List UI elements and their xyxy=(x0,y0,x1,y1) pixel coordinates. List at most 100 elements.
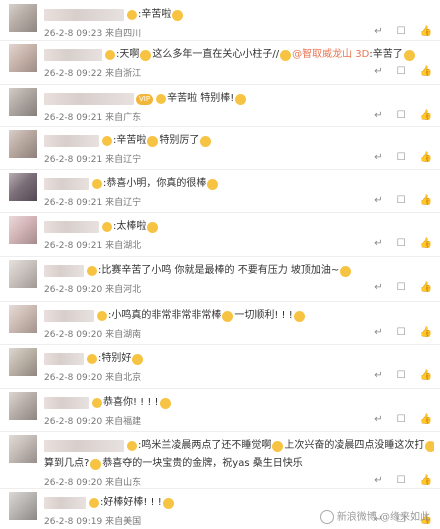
comment-actions: ↵ ☐ 👍 xyxy=(360,238,432,249)
crown-icon xyxy=(92,179,102,189)
share-icon[interactable]: ↵ xyxy=(374,26,382,37)
avatar[interactable] xyxy=(9,88,37,116)
share-icon[interactable]: ↵ xyxy=(374,110,382,121)
emoji-icon xyxy=(235,93,247,105)
like-icon[interactable]: 👍 xyxy=(420,282,432,293)
share-icon[interactable]: ↵ xyxy=(374,370,382,381)
share-icon[interactable]: ↵ xyxy=(374,152,382,163)
share-icon[interactable]: ↵ xyxy=(374,414,382,425)
timestamp: 26-2-8 09:21 xyxy=(44,155,106,165)
username[interactable] xyxy=(44,353,84,365)
share-icon[interactable]: ↵ xyxy=(374,475,382,486)
comment-icon[interactable]: ☐ xyxy=(397,327,406,338)
avatar[interactable] xyxy=(9,348,37,376)
emoji-icon xyxy=(272,440,284,452)
username[interactable] xyxy=(44,497,86,509)
divider xyxy=(0,256,440,257)
location: 来自辽宁 xyxy=(105,198,142,208)
divider xyxy=(0,212,440,213)
divider xyxy=(0,388,440,389)
like-icon[interactable]: 👍 xyxy=(420,475,432,486)
emoji-icon xyxy=(172,9,184,21)
username[interactable] xyxy=(44,440,124,452)
location: 来自山东 xyxy=(105,478,142,488)
comment-icon[interactable]: ☐ xyxy=(397,26,406,37)
comment-text-line: :鸣米兰凌晨两点了还不睡觉啊 上次兴奋的凌晨四点没睡这次打 xyxy=(44,438,434,454)
username[interactable] xyxy=(44,221,99,233)
comment-actions: ↵ ☐ 👍 xyxy=(360,282,432,293)
comment-text: :辛苦了 xyxy=(369,49,403,60)
comment-icon[interactable]: ☐ xyxy=(397,110,406,121)
like-icon[interactable]: 👍 xyxy=(420,152,432,163)
username[interactable] xyxy=(44,9,124,21)
comment-text: 辛苦啦 特别棒! xyxy=(167,93,235,104)
watermark-text: 新浪微博 @缘来如此 xyxy=(336,512,430,523)
emoji-icon xyxy=(280,49,292,61)
username[interactable] xyxy=(44,49,102,61)
emoji-icon xyxy=(90,458,102,470)
like-icon[interactable]: 👍 xyxy=(420,327,432,338)
location: 来自福建 xyxy=(105,417,142,427)
comment-icon[interactable]: ☐ xyxy=(397,66,406,77)
avatar[interactable] xyxy=(9,4,37,32)
comment-icon[interactable]: ☐ xyxy=(397,195,406,206)
avatar[interactable] xyxy=(9,435,37,463)
share-icon[interactable]: ↵ xyxy=(374,282,382,293)
avatar[interactable] xyxy=(9,392,37,420)
emoji-icon xyxy=(132,353,144,365)
username[interactable] xyxy=(44,93,134,105)
share-icon[interactable]: ↵ xyxy=(374,238,382,249)
comment-text-line: :辛苦啦 xyxy=(44,7,434,23)
avatar[interactable] xyxy=(9,260,37,288)
comment-icon[interactable]: ☐ xyxy=(397,370,406,381)
mention-link[interactable]: @智取威龙山 3D xyxy=(292,49,369,60)
comment-text: :特别好 xyxy=(98,353,132,364)
comment-actions: ↵ ☐ 👍 xyxy=(360,370,432,381)
avatar[interactable] xyxy=(9,44,37,72)
location: 来自四川 xyxy=(105,29,142,39)
comment-icon[interactable]: ☐ xyxy=(397,152,406,163)
like-icon[interactable]: 👍 xyxy=(420,414,432,425)
like-icon[interactable]: 👍 xyxy=(420,370,432,381)
share-icon[interactable]: ↵ xyxy=(374,327,382,338)
like-icon[interactable]: 👍 xyxy=(420,110,432,121)
watermark: 新浪微博 @缘来如此 xyxy=(319,508,430,524)
comment-text: :鸣米兰凌晨两点了还不睡觉啊 xyxy=(138,440,272,451)
avatar[interactable] xyxy=(9,305,37,333)
like-icon[interactable]: 👍 xyxy=(420,66,432,77)
timestamp: 26-2-8 09:20 xyxy=(44,373,106,383)
divider xyxy=(0,84,440,85)
location: 来自辽宁 xyxy=(105,155,142,165)
comment-icon[interactable]: ☐ xyxy=(397,238,406,249)
username[interactable] xyxy=(44,397,89,409)
comment-meta: 26-2-8 09:21 来自广东 xyxy=(44,110,141,123)
username[interactable] xyxy=(44,310,94,322)
comment-text-line: :比赛辛苦了小鸣 你就是最棒的 不要有压力 坡顶加油~ xyxy=(44,263,434,279)
comment-icon[interactable]: ☐ xyxy=(397,414,406,425)
comment-icon[interactable]: ☐ xyxy=(397,282,406,293)
username[interactable] xyxy=(44,135,99,147)
comment-text: :太棒啦 xyxy=(113,221,147,232)
like-icon[interactable]: 👍 xyxy=(420,195,432,206)
location: 来自浙江 xyxy=(105,69,142,79)
like-icon[interactable]: 👍 xyxy=(420,26,432,37)
emoji-icon xyxy=(200,135,212,147)
like-icon[interactable]: 👍 xyxy=(420,238,432,249)
username[interactable] xyxy=(44,265,84,277)
share-icon[interactable]: ↵ xyxy=(374,195,382,206)
location: 来自美国 xyxy=(105,517,142,527)
comment-icon[interactable]: ☐ xyxy=(397,475,406,486)
weibo-logo-icon xyxy=(319,510,334,524)
avatar[interactable] xyxy=(9,216,37,244)
avatar[interactable] xyxy=(9,130,37,158)
divider xyxy=(0,169,440,170)
crown-icon xyxy=(156,94,167,104)
username[interactable] xyxy=(44,178,89,190)
comment-text: 特别厉了 xyxy=(159,135,200,146)
avatar[interactable] xyxy=(9,173,37,201)
share-icon[interactable]: ↵ xyxy=(374,66,382,77)
divider xyxy=(0,431,440,432)
comment-actions: ↵ ☐ 👍 xyxy=(360,26,432,37)
comment-meta: 26-2-8 09:21 来自湖北 xyxy=(44,238,141,251)
avatar[interactable] xyxy=(9,492,37,520)
